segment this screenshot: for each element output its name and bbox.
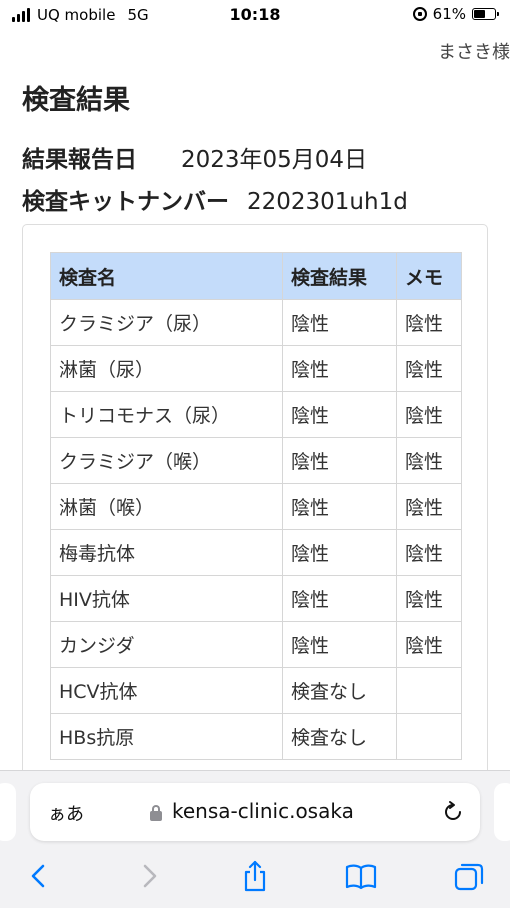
cell-test-name: 淋菌（尿） <box>50 345 283 392</box>
kit-number-row: 検査キットナンバー 2202301uh1d <box>22 182 408 216</box>
table-row: 梅毒抗体 陰性 陰性 <box>50 529 462 576</box>
table-row: HIV抗体 陰性 陰性 <box>50 575 462 622</box>
table-row: クラミジア（喉） 陰性 陰性 <box>50 437 462 484</box>
url-text[interactable]: kensa-clinic.osaka <box>172 799 354 823</box>
report-date-row: 結果報告日 2023年05月04日 <box>22 140 367 174</box>
bookmarks-icon[interactable] <box>344 859 378 893</box>
next-tab-peek[interactable] <box>494 783 510 841</box>
kit-number-label: 検査キットナンバー <box>22 189 229 215</box>
cell-test-name: HIV抗体 <box>50 575 283 622</box>
lock-icon <box>150 805 162 821</box>
table-header-row: 検査名 検査結果 メモ <box>50 252 462 300</box>
cell-result: 陰性 <box>282 299 397 346</box>
table-row: 淋菌（喉） 陰性 陰性 <box>50 483 462 530</box>
battery-percent: 61% <box>432 5 466 23</box>
cell-memo: 陰性 <box>396 437 462 484</box>
reload-icon[interactable] <box>440 799 466 825</box>
tabs-icon[interactable] <box>452 859 486 893</box>
kit-number-value: 2202301uh1d <box>247 189 408 215</box>
header-memo: メモ <box>396 252 462 300</box>
battery-icon <box>472 8 499 20</box>
cell-memo <box>396 713 462 760</box>
table-row: HBs抗原 検査なし <box>50 713 462 760</box>
browser-bottom-bar: ぁあ kensa-clinic.osaka <box>0 770 510 908</box>
cell-test-name: HBs抗原 <box>50 713 283 760</box>
results-card: 検査名 検査結果 メモ クラミジア（尿） 陰性 陰性 淋菌（尿） 陰性 陰性 ト… <box>22 224 488 824</box>
cell-test-name: 梅毒抗体 <box>50 529 283 576</box>
cell-result: 陰性 <box>282 345 397 392</box>
status-bar: UQ mobile 5G 10:18 61% <box>0 0 510 32</box>
cell-test-name: トリコモナス（尿） <box>50 391 283 438</box>
cell-test-name: カンジダ <box>50 621 283 668</box>
browser-toolbar <box>0 853 510 899</box>
battery-fill <box>474 10 485 18</box>
cell-memo: 陰性 <box>396 483 462 530</box>
cell-test-name: 淋菌（喉） <box>50 483 283 530</box>
cell-memo: 陰性 <box>396 621 462 668</box>
cell-memo: 陰性 <box>396 575 462 622</box>
page-settings-button[interactable]: ぁあ <box>48 800 84 826</box>
cell-memo: 陰性 <box>396 391 462 438</box>
cell-result: 陰性 <box>282 483 397 530</box>
table-row: HCV抗体 検査なし <box>50 667 462 714</box>
back-icon[interactable] <box>22 859 56 893</box>
forward-icon[interactable] <box>132 859 166 893</box>
table-row: カンジダ 陰性 陰性 <box>50 621 462 668</box>
cell-result: 陰性 <box>282 621 397 668</box>
cell-result: 検査なし <box>282 667 397 714</box>
table-row: クラミジア（尿） 陰性 陰性 <box>50 299 462 346</box>
page-title: 検査結果 <box>22 85 130 116</box>
previous-tab-peek[interactable] <box>0 783 16 841</box>
cell-test-name: クラミジア（尿） <box>50 299 283 346</box>
table-row: 淋菌（尿） 陰性 陰性 <box>50 345 462 392</box>
table-row: トリコモナス（尿） 陰性 陰性 <box>50 391 462 438</box>
results-table: 検査名 検査結果 メモ クラミジア（尿） 陰性 陰性 淋菌（尿） 陰性 陰性 ト… <box>50 252 462 760</box>
orientation-lock-icon <box>412 7 427 21</box>
cell-result: 陰性 <box>282 575 397 622</box>
report-date-value: 2023年05月04日 <box>181 147 368 173</box>
header-result: 検査結果 <box>282 252 397 300</box>
cell-result: 検査なし <box>282 713 397 760</box>
cell-memo: 陰性 <box>396 529 462 576</box>
cell-memo: 陰性 <box>396 299 462 346</box>
cell-result: 陰性 <box>282 391 397 438</box>
cell-memo: 陰性 <box>396 345 462 392</box>
header-test-name: 検査名 <box>50 252 283 300</box>
share-icon[interactable] <box>238 859 272 893</box>
cell-test-name: HCV抗体 <box>50 667 283 714</box>
cell-memo <box>396 667 462 714</box>
status-right: 61% <box>412 5 499 23</box>
cell-test-name: クラミジア（喉） <box>50 437 283 484</box>
cell-result: 陰性 <box>282 529 397 576</box>
report-date-label: 結果報告日 <box>22 147 137 173</box>
cell-result: 陰性 <box>282 437 397 484</box>
address-bar[interactable]: ぁあ kensa-clinic.osaka <box>30 783 480 841</box>
user-name: まさき様 <box>438 42 510 63</box>
